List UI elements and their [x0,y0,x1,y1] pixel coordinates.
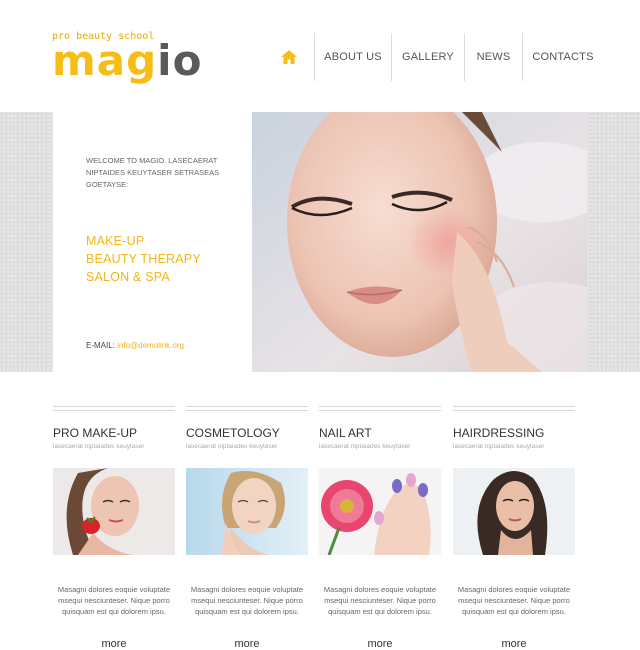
more-link[interactable]: more [53,638,175,650]
nav-contacts-label: CONTACTS [532,51,594,63]
column-title[interactable]: COSMETOLOGY [186,425,308,441]
column-nail-art: NAIL ART lasecaerat niptaiades keuytaser… [319,406,441,650]
nav-home[interactable] [264,33,314,81]
more-link[interactable]: more [453,638,575,650]
service-salon-spa[interactable]: SALON & SPA [86,268,201,286]
column-cosmetology: COSMETOLOGY lasecaerat niptaiades keuyta… [186,406,308,650]
column-pro-makeup: PRO MAKE-UP lasecaerat niptaiades keuyta… [53,406,175,650]
logo-wordmark: magio [52,40,202,82]
column-title[interactable]: PRO MAKE-UP [53,425,175,441]
services-columns: PRO MAKE-UP lasecaerat niptaiades keuyta… [53,406,576,650]
email-label: E-MAIL: [86,341,115,350]
nav-news-label: NEWS [476,51,511,63]
hero-face-image [252,112,587,372]
column-divider [53,406,175,411]
nav-about-us-label: ABOUT US [324,51,382,63]
column-title[interactable]: NAIL ART [319,425,441,441]
column-subtitle: lasecaerat niptaiades keuytaser [53,443,145,450]
hero-text-panel: WELCOME TO MAGIO. LASECAERAT NIPTAIDES K… [53,112,252,372]
site-header: pro beauty school magio ABOUT US GALLERY… [0,0,640,112]
nav-gallery-label: GALLERY [402,51,454,63]
column-image-hairdressing[interactable] [453,468,575,555]
logo[interactable]: pro beauty school magio [52,31,202,82]
column-divider [186,406,308,411]
column-text: Masagni dolores eoquie voluptate msequi … [190,585,304,616]
column-image-pro-makeup[interactable] [53,468,175,555]
hero-banner: WELCOME TO MAGIO. LASECAERAT NIPTAIDES K… [0,112,640,372]
logo-wordmark-right: io [157,36,203,85]
column-image-nail-art[interactable] [319,468,441,555]
more-link[interactable]: more [319,638,441,650]
column-image-cosmetology[interactable] [186,468,308,555]
home-icon [281,50,297,64]
logo-wordmark-left: mag [52,36,158,85]
more-link[interactable]: more [186,638,308,650]
column-title[interactable]: HAIRDRESSING [453,425,575,441]
welcome-text: WELCOME TO MAGIO. LASECAERAT NIPTAIDES K… [86,156,220,189]
column-text: Masagni dolores eoquie voluptate msequi … [323,585,437,616]
nav-about-us[interactable]: ABOUT US [314,33,391,81]
column-divider [453,406,575,411]
column-divider [319,406,441,411]
nav-contacts[interactable]: CONTACTS [522,33,603,81]
nav-news[interactable]: NEWS [464,33,522,81]
email-link[interactable]: info@demolink.org [117,341,184,350]
service-beauty-therapy[interactable]: BEAUTY THERAPY [86,250,201,268]
service-makeup[interactable]: MAKE-UP [86,232,201,250]
column-text: Masagni dolores eoquie voluptate msequi … [57,585,171,616]
nav-gallery[interactable]: GALLERY [391,33,464,81]
services-list: MAKE-UP BEAUTY THERAPY SALON & SPA [86,232,201,286]
column-text: Masagni dolores eoquie voluptate msequi … [457,585,571,616]
column-subtitle: lasecaerat niptaiades keuytaser [319,443,411,450]
main-nav: ABOUT US GALLERY NEWS CONTACTS [264,33,603,81]
hero-photo [252,112,587,372]
column-hairdressing: HAIRDRESSING lasecaerat niptaiades keuyt… [453,406,575,650]
email-line: E-MAIL: info@demolink.org [86,341,184,350]
column-subtitle: lasecaerat niptaiades keuytaser [453,443,545,450]
column-subtitle: lasecaerat niptaiades keuytaser [186,443,278,450]
